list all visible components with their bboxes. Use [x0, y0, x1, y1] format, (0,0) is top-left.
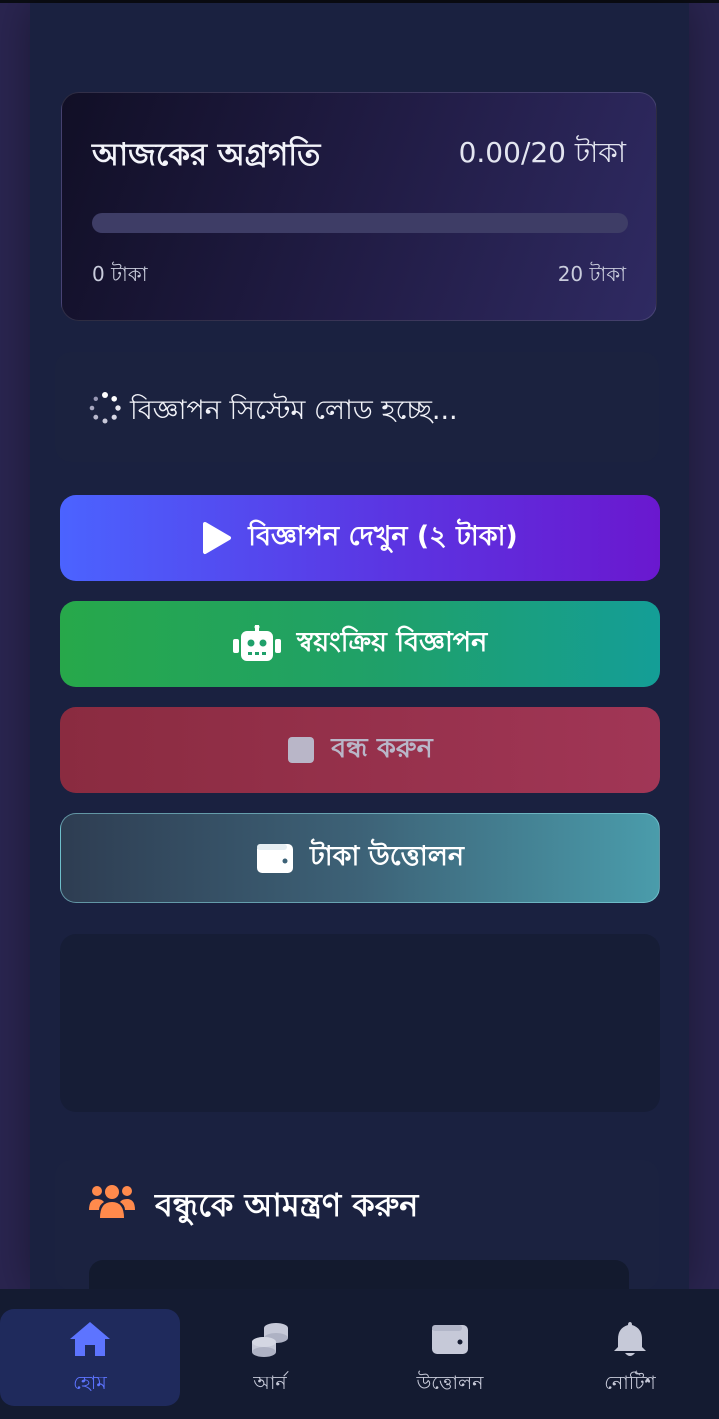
coins-icon — [248, 1319, 292, 1359]
nav-item-home[interactable]: হোম — [0, 1309, 180, 1406]
invite-friends-panel: বন্ধুকে আমন্ত্রণ করুন — [55, 1160, 659, 1320]
play-icon — [203, 522, 232, 554]
stop-icon — [288, 737, 315, 763]
wallet-icon — [428, 1319, 472, 1359]
progress-bar — [92, 213, 628, 233]
loading-text: বিজ্ঞাপন সিস্টেম লোড হচ্ছে... — [130, 395, 458, 426]
nav-label-earn: আর্ন — [253, 1372, 287, 1394]
robot-icon — [232, 625, 281, 661]
withdraw-button[interactable]: টাকা উত্তোলন — [60, 813, 660, 903]
watch-ad-button[interactable]: বিজ্ঞাপন দেখুন (২ টাকা) — [60, 495, 660, 581]
nav-item-earn[interactable]: আর্ন — [180, 1309, 360, 1406]
nav-label-notice: নোটিশ — [604, 1372, 656, 1394]
nav-label-home: হোম — [73, 1372, 107, 1394]
wallet-icon — [257, 844, 294, 873]
nav-item-notice[interactable]: নোটিশ — [540, 1309, 719, 1406]
home-icon — [68, 1319, 112, 1359]
users-icon — [89, 1185, 135, 1218]
bell-icon — [608, 1319, 652, 1359]
nav-label-withdraw: উত্তোলন — [416, 1372, 484, 1394]
nav-item-withdraw[interactable]: উত্তোলন — [360, 1309, 540, 1406]
spinner-icon — [89, 392, 121, 424]
invite-title: বন্ধুকে আমন্ত্রণ করুন — [155, 1186, 419, 1224]
ad-placeholder — [60, 934, 660, 1112]
bottom-nav: হোম আর্ন উত্তোলন নোটিশ — [0, 1289, 719, 1419]
auto-ad-button[interactable]: স্বয়ংক্রিয় বিজ্ঞাপন — [60, 601, 660, 687]
watch-ad-label: বিজ্ঞাপন দেখুন (২ টাকা) — [248, 520, 518, 552]
progress-title: আজকের অগ্রগতি — [92, 137, 321, 173]
auto-ad-label: স্বয়ংক্রিয় বিজ্ঞাপন — [296, 626, 488, 658]
stop-button[interactable]: বন্ধ করুন — [60, 707, 660, 793]
progress-amount: 0.00/20 টাকা — [458, 136, 626, 169]
progress-min-label: 0 টাকা — [92, 262, 148, 286]
ad-system-loading-panel: বিজ্ঞাপন সিস্টেম লোড হচ্ছে... — [55, 352, 659, 462]
stop-label: বন্ধ করুন — [331, 732, 433, 764]
progress-max-label: 20 টাকা — [557, 262, 626, 286]
withdraw-label: টাকা উত্তোলন — [310, 840, 464, 872]
daily-progress-card: আজকের অগ্রগতি 0.00/20 টাকা 0 টাকা 20 টাক… — [61, 92, 657, 321]
